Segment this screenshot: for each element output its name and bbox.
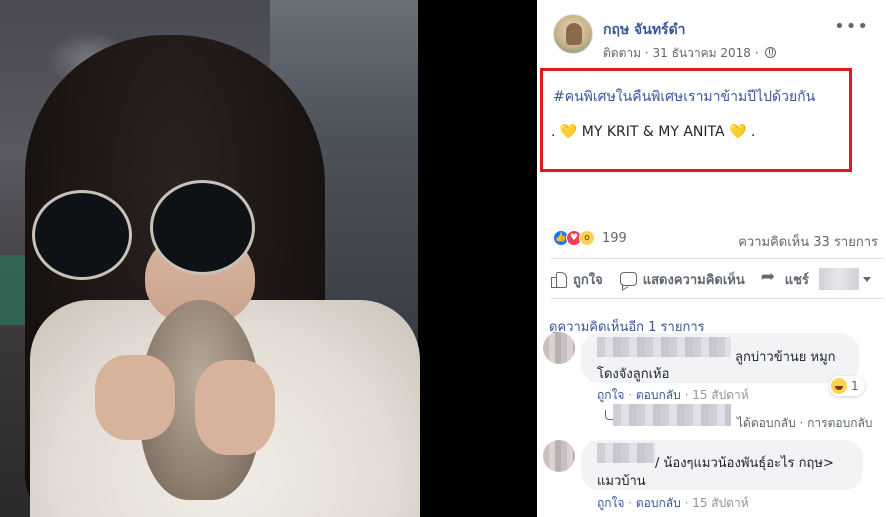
reaction-count[interactable]: 199	[602, 231, 627, 246]
haha-reaction-icon	[831, 378, 847, 394]
photo-sunglasses-left-lens	[32, 190, 132, 280]
post-hashtag-text[interactable]: #คนพิเศษในคืนพิเศษเรามาข้ามปีไปด้วยกัน	[553, 86, 815, 108]
highlight-annotation-box	[540, 68, 852, 172]
share-icon	[761, 267, 779, 288]
reply-author-blurred[interactable]	[613, 404, 731, 426]
reply-summary-text[interactable]: ได้ตอบกลับ · การตอบกลับ	[737, 414, 872, 433]
post-header: กฤษ จันทร์ดำ ติดตาม · 31 ธันวาคม 2018 · …	[553, 14, 883, 64]
commenter-name-blurred[interactable]	[597, 337, 731, 357]
comment-button-label: แสดงความคิดเห็น	[642, 272, 745, 288]
share-button[interactable]: แชร์	[761, 267, 809, 290]
globe-icon	[765, 47, 777, 58]
action-bar: ถูกใจ แสดงความคิดเห็น แชร์	[549, 265, 886, 293]
share-as-avatar[interactable]	[818, 268, 859, 290]
comment-text-2: / น้องๆแมวน้องพันธุ์อะไร กฤษ>	[655, 456, 834, 471]
photo-subject-right-hand	[195, 360, 275, 455]
author-name[interactable]: กฤษ จันทร์ดำ	[603, 19, 686, 41]
like-button[interactable]: ถูกใจ	[549, 269, 603, 290]
comment-text: ลูกบ่าวข้านย หมูก	[735, 350, 836, 365]
comment-reaction-count: 1	[851, 379, 859, 393]
photo-sunglasses-right-lens	[150, 180, 255, 275]
like-button-label: ถูกใจ	[573, 272, 603, 288]
divider-top	[551, 258, 883, 259]
post-body-text: . 💛 MY KRIT & MY ANITA 💛 .	[551, 124, 756, 140]
comment-reply-link-2[interactable]: ตอบกลับ	[636, 496, 681, 510]
reaction-summary[interactable]: 👍 ♥ o 199	[553, 228, 627, 248]
comment-reply-link[interactable]: ตอบกลับ	[636, 388, 681, 402]
thumbs-up-icon	[549, 270, 567, 288]
post-side-panel: กฤษ จันทร์ดำ ติดตาม · 31 ธันวาคม 2018 · …	[537, 0, 886, 517]
divider-bottom	[551, 298, 883, 299]
comment-button[interactable]: แสดงความคิดเห็น	[619, 269, 745, 290]
post-meta: ติดตาม · 31 ธันวาคม 2018 ·	[603, 44, 777, 63]
commenter-avatar-2[interactable]	[543, 440, 575, 472]
comment-icon	[619, 270, 637, 288]
meta-separator: ·	[641, 46, 653, 60]
meta-separator-2: ·	[750, 46, 763, 60]
comment-actions: ถูกใจ · ตอบกลับ · 15 สัปดาห์	[597, 388, 749, 402]
comment-actions-2: ถูกใจ · ตอบกลับ · 15 สัปดาห์	[597, 496, 749, 510]
post-photo-viewer[interactable]	[0, 0, 537, 517]
commenter-name-blurred-2[interactable]	[597, 443, 655, 463]
more-options-icon[interactable]: •••	[834, 18, 869, 36]
comment-count[interactable]: ความคิดเห็น 33 รายการ	[738, 231, 878, 252]
chevron-down-icon[interactable]	[862, 276, 871, 282]
photo-subject-left-hand	[95, 355, 175, 440]
comment-reaction-badge[interactable]: 1	[829, 376, 865, 396]
wow-reaction-icon: o	[579, 230, 595, 246]
comment-time[interactable]: 15 สัปดาห์	[692, 388, 748, 402]
comment-like-link-2[interactable]: ถูกใจ	[597, 496, 624, 510]
comment-text-2-line2: แมวบ้าน	[597, 474, 646, 489]
comment-like-link[interactable]: ถูกใจ	[597, 388, 624, 402]
comment-text-line2: โดงจังลูกเห้อ	[597, 367, 670, 382]
share-button-label: แชร์	[784, 272, 809, 288]
post-photo[interactable]	[0, 0, 420, 517]
post-date[interactable]: 31 ธันวาคม 2018	[652, 46, 750, 60]
commenter-avatar[interactable]	[543, 332, 575, 364]
author-avatar[interactable]	[553, 14, 593, 54]
comment-time-2[interactable]: 15 สัปดาห์	[692, 496, 748, 510]
follow-link[interactable]: ติดตาม	[603, 46, 641, 60]
